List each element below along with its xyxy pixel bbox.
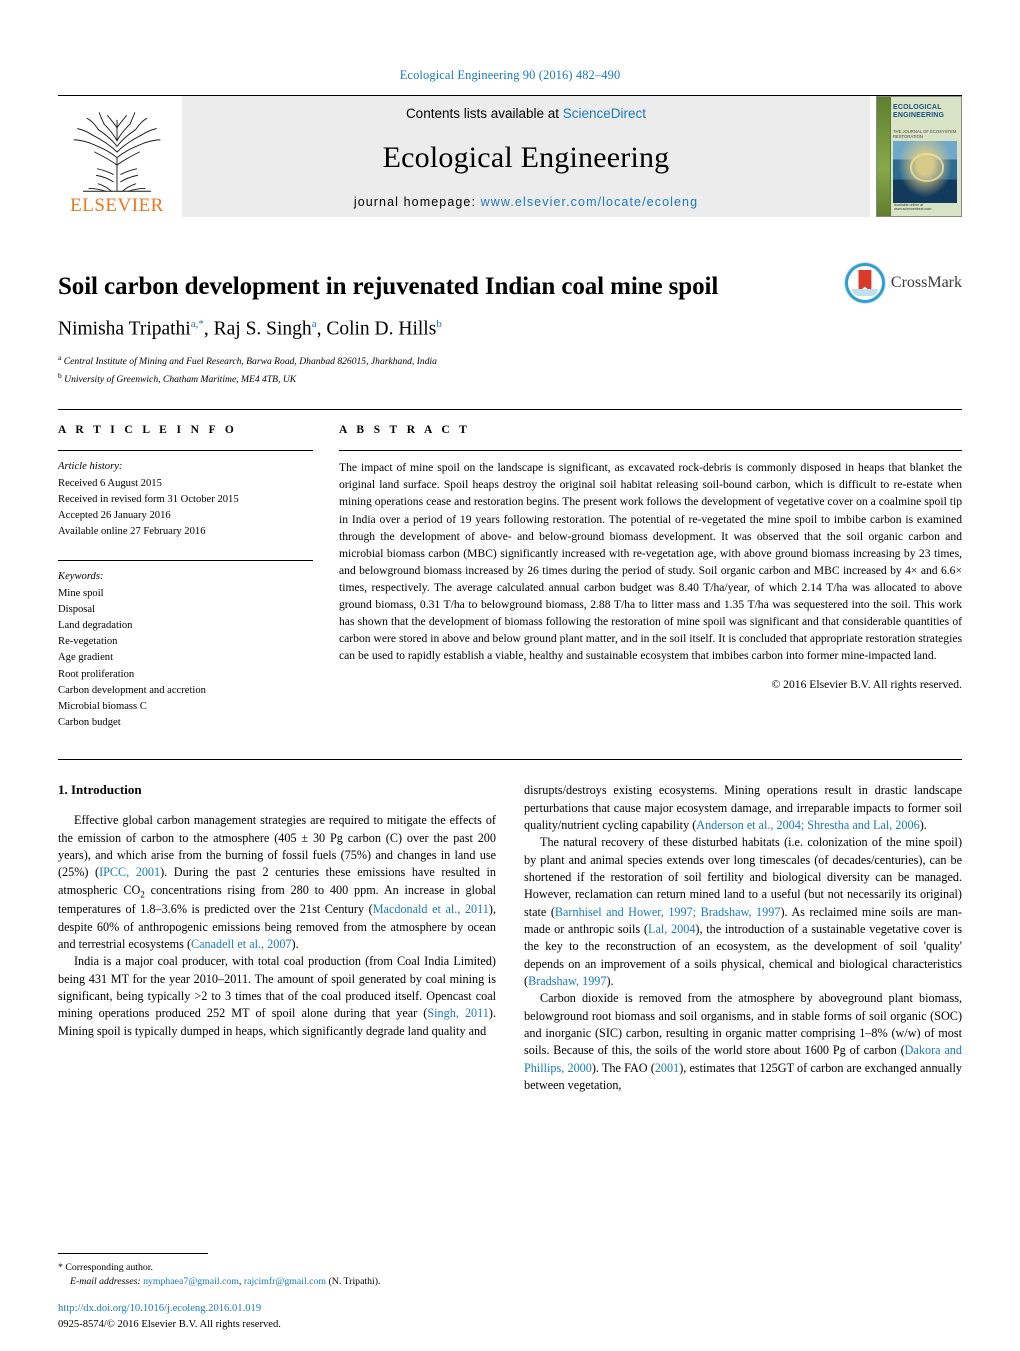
corresponding-author-note: * Corresponding author. xyxy=(58,1261,498,1275)
affiliation-mark-a: a xyxy=(58,353,62,363)
email-link-1[interactable]: nymphaea7@gmail.com xyxy=(143,1276,239,1287)
elsevier-logo: ELSEVIER xyxy=(58,96,176,217)
paragraph: The natural recovery of these disturbed … xyxy=(524,835,962,989)
body-divider xyxy=(58,759,962,761)
email-suffix: (N. Tripathi). xyxy=(328,1275,381,1287)
crossmark-badge[interactable]: CrossMark xyxy=(844,263,962,303)
author-name-1: Nimisha Tripathi xyxy=(58,318,191,340)
journal-homepage-line: journal homepage: www.elsevier.com/locat… xyxy=(354,195,698,209)
homepage-prefix: journal homepage: xyxy=(353,195,481,209)
author-marks-2: a xyxy=(311,317,317,330)
abstract-rule xyxy=(339,450,962,452)
affiliation-b: b University of Greenwich, Chatham Marit… xyxy=(58,370,962,388)
keyword-item: Land degradation xyxy=(58,620,133,632)
cover-artwork xyxy=(893,141,957,203)
elsevier-wordmark: ELSEVIER xyxy=(70,195,164,216)
author-marks-1: a,* xyxy=(190,317,204,330)
journal-cover-thumbnail: ECOLOGICAL ENGINEERING THE JOURNAL OF EC… xyxy=(876,96,962,217)
copyright-line: © 2016 Elsevier B.V. All rights reserved… xyxy=(771,677,962,691)
keyword-item: Disposal xyxy=(58,603,96,615)
history-item: Available online 27 February 2016 xyxy=(58,526,206,538)
corresponding-label: Corresponding author. xyxy=(65,1261,153,1273)
keyword-item: Carbon development and accretion xyxy=(58,684,206,696)
contents-available-line: Contents lists available at ScienceDirec… xyxy=(406,106,646,121)
author-list: Nimisha Tripathia,*, Raj S. Singha, Coli… xyxy=(58,317,442,340)
keyword-item: Carbon budget xyxy=(58,717,121,729)
cover-title-line2: ENGINEERING xyxy=(893,111,945,119)
paragraph: India is a major coal producer, with tot… xyxy=(58,954,496,1038)
keyword-item: Root proliferation xyxy=(58,668,135,680)
author-name-3: Colin D. Hills xyxy=(326,318,437,340)
section-heading-introduction: 1. Introduction xyxy=(58,782,142,798)
doi-block: http://dx.doi.org/10.1016/j.ecoleng.2016… xyxy=(58,1301,281,1333)
keyword-item: Mine spoil xyxy=(58,587,104,599)
crossmark-icon xyxy=(844,263,885,303)
affiliation-text-b: University of Greenwich, Chatham Maritim… xyxy=(64,374,297,386)
info-abstract-row: A R T I C L E I N F O Article history: R… xyxy=(58,424,962,731)
author-marks-3: b xyxy=(436,317,442,330)
history-item: Received 6 August 2015 xyxy=(58,477,162,489)
cover-footer-text: Available online at www.sciencedirect.co… xyxy=(894,202,932,212)
footnote-block: * Corresponding author. E-mail addresses… xyxy=(58,1252,498,1289)
corresponding-marker: * xyxy=(58,1261,63,1273)
affiliation-a: a Central Institute of Mining and Fuel R… xyxy=(58,352,962,370)
body-column-right: disrupts/destroys existing ecosystems. M… xyxy=(524,782,962,1094)
body-column-left: 1. Introduction Effective global carbon … xyxy=(58,782,496,1094)
history-item: Received in revised form 31 October 2015 xyxy=(58,493,239,505)
crossmark-label: CrossMark xyxy=(890,274,962,291)
body-columns: 1. Introduction Effective global carbon … xyxy=(58,782,962,1094)
keyword-item: Age gradient xyxy=(58,652,114,664)
affiliation-list: a Central Institute of Mining and Fuel R… xyxy=(58,352,962,387)
contents-prefix: Contents lists available at xyxy=(405,106,563,121)
article-history-label: Article history: xyxy=(58,461,123,473)
keyword-item: Microbial biomass C xyxy=(58,701,147,713)
paragraph: Carbon dioxide is removed from the atmos… xyxy=(524,991,962,1093)
email-label: E-mail addresses: xyxy=(70,1275,141,1287)
journal-masthead: ELSEVIER Contents lists available at Sci… xyxy=(58,95,962,217)
header-divider xyxy=(58,409,962,411)
email-link-2[interactable]: rajcimfr@gmail.com xyxy=(244,1276,326,1287)
article-info-column: A R T I C L E I N F O Article history: R… xyxy=(58,424,313,731)
article-header: CrossMark Soil carbon development in rej… xyxy=(58,263,962,387)
cover-spine xyxy=(877,97,890,216)
author-name-2: Raj S. Singh xyxy=(213,318,312,340)
keywords-label: Keywords: xyxy=(58,571,104,583)
affiliation-text-a: Central Institute of Mining and Fuel Res… xyxy=(63,356,437,368)
article-info-rule xyxy=(58,450,313,452)
issn-copyright-line: 0925-8574/© 2016 Elsevier B.V. All right… xyxy=(58,1319,281,1331)
elsevier-tree-icon xyxy=(73,112,161,192)
keywords-rule xyxy=(58,560,313,562)
cover-title-line1: ECOLOGICAL xyxy=(893,104,942,111)
article-info-heading: A R T I C L E I N F O xyxy=(58,424,238,437)
email-note: E-mail addresses: nymphaea7@gmail.com, r… xyxy=(70,1275,381,1287)
page-title: Soil carbon development in rejuvenated I… xyxy=(58,273,719,300)
paragraph: Effective global carbon management strat… xyxy=(58,813,496,951)
footnote-rule xyxy=(58,1252,208,1254)
abstract-heading: A B S T R A C T xyxy=(339,424,471,437)
keywords-block: Keywords: Mine spoil Disposal Land degra… xyxy=(58,560,313,731)
masthead-center: Contents lists available at ScienceDirec… xyxy=(182,96,870,217)
journal-title: Ecological Engineering xyxy=(382,141,670,174)
cover-title: ECOLOGICAL ENGINEERING xyxy=(893,104,958,120)
cover-subtitle: THE JOURNAL OF ECOSYSTEM RESTORATION xyxy=(893,129,957,140)
keyword-item: Re-vegetation xyxy=(58,636,118,648)
sciencedirect-link[interactable]: ScienceDirect xyxy=(563,106,646,121)
history-item: Accepted 26 January 2016 xyxy=(58,510,171,522)
paper-page: Ecological Engineering 90 (2016) 482–490 xyxy=(0,0,1020,1351)
article-history: Article history: Received 6 August 2015 … xyxy=(58,459,313,540)
running-head: Ecological Engineering 90 (2016) 482–490 xyxy=(399,68,621,82)
affiliation-mark-b: b xyxy=(58,370,62,380)
homepage-url-link[interactable]: www.elsevier.com/locate/ecoleng xyxy=(481,195,699,209)
abstract-text: The impact of mine spoil on the landscap… xyxy=(339,461,962,662)
paragraph: disrupts/destroys existing ecosystems. M… xyxy=(524,783,962,833)
abstract-column: A B S T R A C T The impact of mine spoil… xyxy=(339,424,962,731)
doi-link[interactable]: http://dx.doi.org/10.1016/j.ecoleng.2016… xyxy=(58,1301,281,1317)
